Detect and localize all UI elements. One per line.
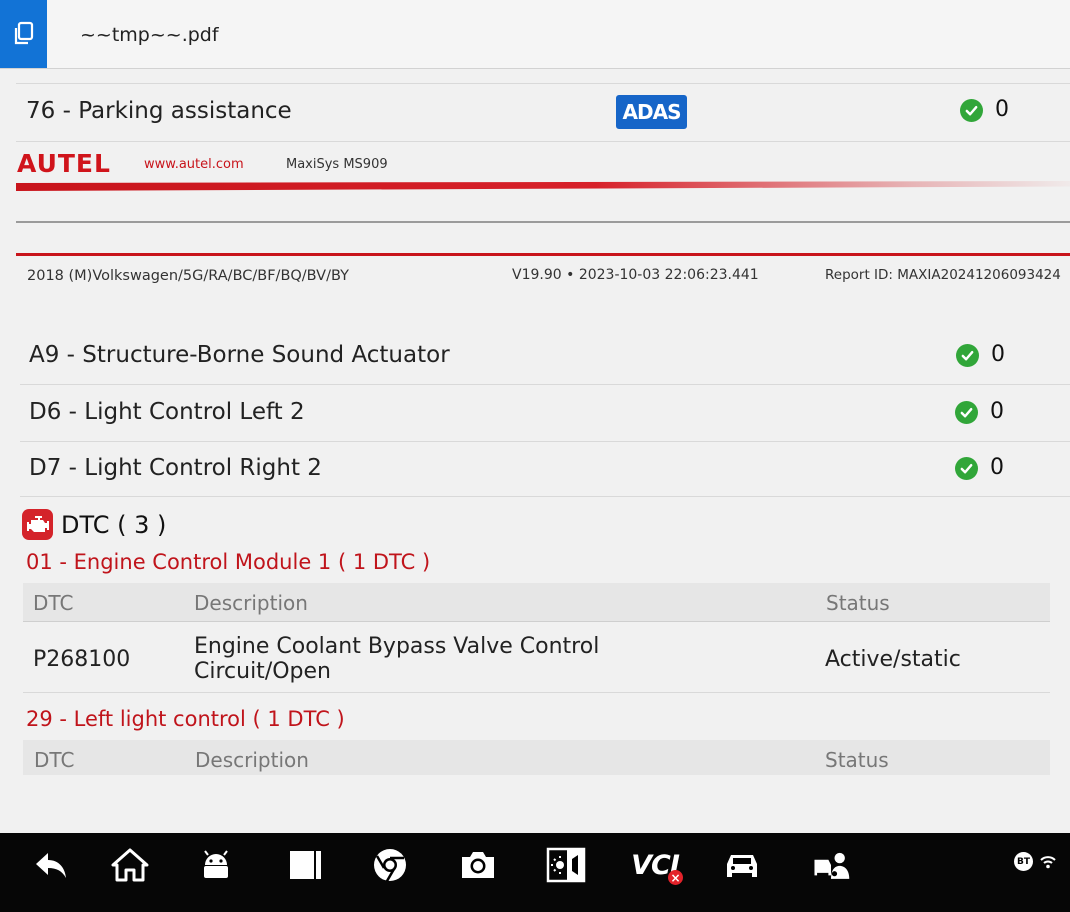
dtc-group-title: 29 - Left light control ( 1 DTC ) [26,707,345,731]
module-name: 76 - Parking assistance [26,98,292,124]
divider [20,496,1070,497]
fault-count: 0 [990,455,1004,480]
taskbar: VCI × BT [0,833,1070,912]
report-page[interactable]: 76 - Parking assistance ADAS 0 AUTEL www… [0,69,1070,833]
vci-icon[interactable]: VCI × [627,843,683,887]
engine-warning-icon [22,509,53,540]
module-name: D7 - Light Control Right 2 [29,455,322,481]
browser-icon[interactable] [368,843,412,887]
column-header-description: Description [195,748,309,772]
column-header-dtc: DTC [34,748,75,772]
android-icon[interactable] [194,843,238,887]
disconnected-icon: × [668,870,683,885]
divider [20,384,1070,385]
table-header: DTC Description Status [23,583,1050,621]
header-red-rule [16,253,1070,256]
module-name: D6 - Light Control Left 2 [29,399,305,425]
adas-badge: ADAS [616,95,687,129]
bluetooth-status: BT [1014,852,1033,871]
divider [23,621,1050,622]
vehicle-icon[interactable] [720,843,764,887]
document-copy-icon [14,21,33,45]
check-circle-icon [955,457,978,480]
divider [23,692,1050,693]
wifi-icon [1040,854,1056,873]
dtc-description-line: Circuit/Open [194,659,331,684]
autel-url: www.autel.com [144,157,244,172]
document-copy-button[interactable] [0,0,47,68]
dtc-description-line: Engine Coolant Bypass Valve Control [194,634,600,659]
dtc-code: P268100 [33,647,131,672]
brand-swoosh [16,181,1070,191]
table-header: DTC Description Status [23,740,1050,775]
dtc-description: Engine Coolant Bypass Valve Control Circ… [194,634,599,684]
multitask-icon[interactable] [283,843,327,887]
dtc-section-title: DTC ( 3 ) [61,511,167,539]
column-header-status: Status [825,748,889,772]
check-circle-icon [960,99,983,122]
page-break-rule [16,221,1070,223]
module-name: A9 - Structure-Borne Sound Actuator [29,342,450,368]
home-icon[interactable] [108,843,152,887]
fault-count: 0 [991,342,1005,367]
file-name: ~~tmp~~.pdf [80,24,219,46]
dtc-status: Active/static [825,647,961,672]
divider [16,83,1070,84]
version-timestamp: V19.90 • 2023-10-03 22:06:23.441 [512,267,759,283]
column-header-description: Description [194,591,308,615]
check-circle-icon [956,344,979,367]
divider [20,441,1070,442]
camera-icon[interactable] [456,843,500,887]
remote-expert-icon[interactable] [806,843,856,887]
vehicle-info: 2018 (M)Volkswagen/5G/RA/BC/BF/BQ/BV/BY [27,268,350,284]
dtc-group-title: 01 - Engine Control Module 1 ( 1 DTC ) [26,550,431,574]
column-header-status: Status [826,591,890,615]
fault-count: 0 [995,97,1009,122]
brightness-icon[interactable] [544,843,588,887]
check-circle-icon [955,401,978,424]
back-icon[interactable] [29,843,73,887]
device-model: MaxiSys MS909 [286,157,388,172]
top-bar: ~~tmp~~.pdf [0,0,1070,69]
column-header-dtc: DTC [33,591,74,615]
report-id: Report ID: MAXIA20241206093424 [825,267,1061,283]
divider [16,141,1070,142]
fault-count: 0 [990,399,1004,424]
autel-logo: AUTEL [17,149,111,178]
